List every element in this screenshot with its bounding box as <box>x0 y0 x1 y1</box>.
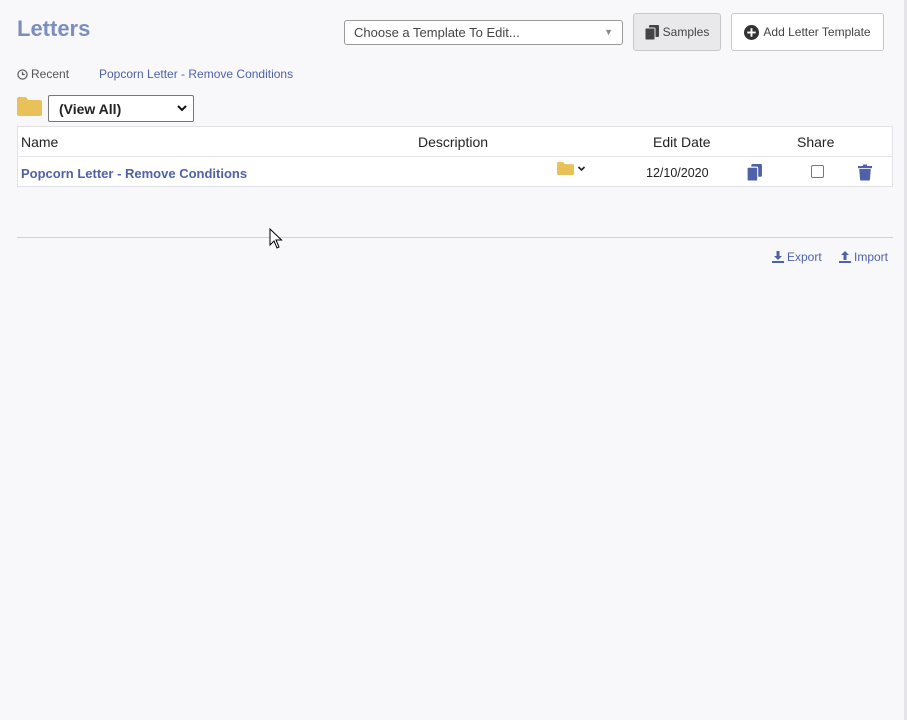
header-share: Share <box>797 134 835 150</box>
letters-table: Name Description Edit Date Share Popcorn… <box>17 126 893 187</box>
import-label: Import <box>854 250 889 264</box>
row-folder-button[interactable] <box>557 162 586 175</box>
folder-filter-value: (View All) <box>59 101 122 117</box>
clock-icon <box>17 68 28 80</box>
export-label: Export <box>787 250 822 264</box>
folder-icon <box>557 162 574 175</box>
plus-circle-icon <box>744 24 760 40</box>
row-name-link[interactable]: Popcorn Letter - Remove Conditions <box>21 166 247 181</box>
folder-icon <box>17 97 42 116</box>
samples-button[interactable]: Samples <box>633 13 721 51</box>
dropdown-arrow-icon: ▼ <box>604 27 613 37</box>
copy-icon <box>644 24 659 40</box>
template-select[interactable]: Choose a Template To Edit... ▼ <box>344 20 623 45</box>
page-title: Letters <box>17 16 91 41</box>
table-header: Name Description Edit Date Share <box>18 127 892 157</box>
samples-label: Samples <box>662 25 710 39</box>
recent-link[interactable]: Popcorn Letter - Remove Conditions <box>99 67 293 81</box>
upload-icon <box>839 251 851 263</box>
recent-label: Recent <box>17 67 69 81</box>
header-edit-date[interactable]: Edit Date <box>653 134 711 150</box>
chevron-down-icon <box>577 166 586 172</box>
template-select-placeholder: Choose a Template To Edit... <box>354 25 520 40</box>
header-name[interactable]: Name <box>21 134 58 150</box>
mouse-cursor-icon <box>269 228 283 249</box>
folder-filter-select[interactable]: (View All) <box>48 95 194 122</box>
share-checkbox[interactable] <box>811 165 824 178</box>
trash-icon[interactable] <box>858 164 872 181</box>
import-link[interactable]: Import <box>839 250 888 264</box>
copy-icon[interactable] <box>747 164 762 181</box>
row-edit-date: 12/10/2020 <box>646 166 709 180</box>
download-icon <box>772 251 784 263</box>
header-description[interactable]: Description <box>418 134 488 150</box>
export-link[interactable]: Export <box>772 250 822 264</box>
divider <box>17 237 893 238</box>
add-letter-template-label: Add Letter Template <box>763 25 871 39</box>
chevron-down-icon <box>177 105 187 112</box>
recent-label-text: Recent <box>31 67 70 81</box>
add-letter-template-button[interactable]: Add Letter Template <box>731 13 884 51</box>
